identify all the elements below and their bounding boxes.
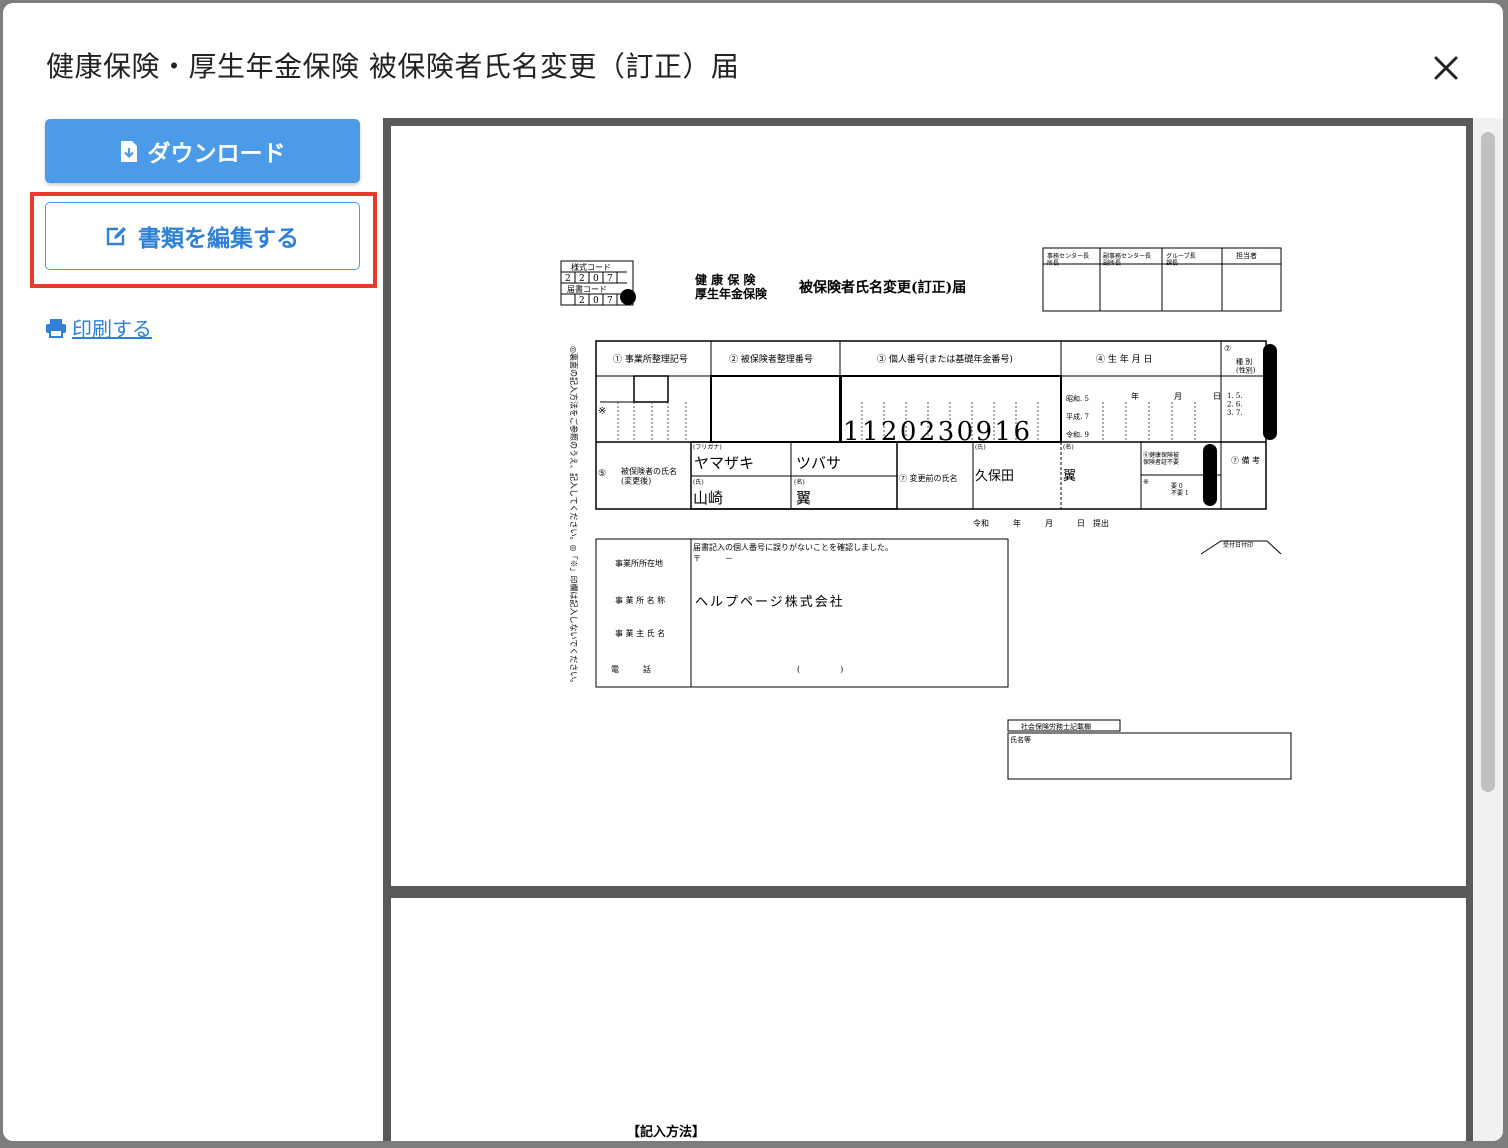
kanji-first-name: 翼 [796,489,811,507]
printer-icon [46,318,66,338]
approval-header-4: 担当者 [1236,251,1257,260]
page2-heading: 【記入方法】 [627,1125,706,1140]
notice-code-d1: 2 [579,296,585,306]
notice-code-d2: 0 [593,296,599,306]
submit-date-line: 令和 年 月 日 提出 [973,518,1109,528]
asterisk-mark: ※ [598,406,606,417]
pdf-viewer[interactable]: 様式コード 2 2 0 7 届書コード 2 0 7 健 康 保 険 厚生年金保険… [383,118,1503,1141]
viewer-scrollbar[interactable] [1473,118,1503,1141]
card-asterisk: ※ [1143,478,1149,486]
name-label: 被保険者の氏名(変更後) [621,466,677,486]
approval-header-2: 副事務センター長副所長 [1103,252,1151,267]
insurance-form: 様式コード 2 2 0 7 届書コード 2 0 7 健 康 保 険 厚生年金保険… [560,247,1292,780]
name-label-number: ⑤ [598,469,606,479]
print-label: 印刷する [72,317,152,341]
approval-header-3: グループ長課長 [1166,252,1196,267]
col-office-code: ① 事業所整理記号 [613,353,688,365]
receipt-stamp-label: 受付日付印 [1223,541,1253,549]
era-reiwa: 令和. 9 [1066,430,1089,439]
style-code-d3: 0 [593,274,599,284]
confirm-text: 届書記入の個人番号に誤りがないことを確認しました。 [693,542,893,552]
office-name-label: 事 業 所 名 称 [615,595,665,605]
kind-options: 1. 5. 2. 6. 3. 7. [1227,392,1243,417]
document-preview-modal: 健康保険・厚生年金保険 被保険者氏名変更（訂正）届 ダウンロード 書類を編集する… [3,3,1503,1141]
form-title-left-2: 厚生年金保険 [695,286,768,301]
close-button[interactable] [1421,43,1471,93]
kana-first-name: ツバサ [796,454,841,472]
col-kind: 種 別(性別) [1236,357,1256,374]
col-personal-number: ③ 個人番号(または基礎年金番号) [877,353,1013,365]
birth-day-label: 日 [1213,392,1221,401]
remarks-label: ⑦ 備 考 [1231,455,1260,465]
col-birthdate: ④ 生 年 月 日 [1096,353,1152,365]
address-label: 事業所所在地 [615,558,663,568]
notice-code-d3: 7 [607,296,613,306]
phone-label: 電 話 [611,664,651,674]
phone-paren: ( ) [797,665,843,674]
notice-code-label: 届書コード [567,284,607,294]
prev-first-label: (名) [1063,443,1074,451]
form-title-left-1: 健 康 保 険 [695,272,757,287]
card-options: 要 0 不要 1 [1171,483,1189,497]
furigana-label: (フリガナ) [693,443,722,451]
kanji-first-label: (名) [794,478,805,486]
pdf-page-1: 様式コード 2 2 0 7 届書コード 2 0 7 健 康 保 険 厚生年金保険… [391,126,1466,886]
kanji-last-label: (氏) [693,478,704,486]
style-code-d1: 2 [565,274,571,284]
sharoushi-name-label: 氏名等 [1010,735,1031,744]
sharoushi-heading: 社会保険労務士記載欄 [1021,722,1091,731]
prev-last-label: (氏) [975,443,986,451]
birth-month-label: 月 [1174,392,1182,401]
card-label: ⑥健康保険被保険者証不要 [1143,451,1179,466]
prev-last-name: 久保田 [975,469,1014,484]
approval-header-1: 事務センター長所長 [1047,252,1089,267]
kanji-last-name: 山崎 [693,489,723,507]
close-icon [1434,56,1458,80]
print-link[interactable]: 印刷する [45,313,152,342]
prev-first-name: 翼 [1063,469,1076,484]
modal-title: 健康保険・厚生年金保険 被保険者氏名変更（訂正）届 [46,50,740,83]
personal-number-value: 1120230916 [843,417,1032,447]
style-code-d4: 7 [607,274,613,284]
owner-label: 事 業 主 氏 名 [615,628,665,638]
pdf-page-2: 【記入方法】 [391,898,1466,1141]
postal-mark: 〒 － [693,554,733,563]
edit-document-button[interactable]: 書類を編集する [45,202,360,270]
file-download-icon [120,140,137,162]
edit-label: 書類を編集する [138,226,299,252]
prev-name-label: ⑦ 変更前の氏名 [899,473,958,483]
edit-icon [106,227,126,246]
col-insured-number: ② 被保険者整理番号 [729,353,813,365]
form-title-main: 被保険者氏名変更(訂正)届 [799,279,966,296]
download-button[interactable]: ダウンロード [45,119,360,183]
scrollbar-thumb[interactable] [1481,132,1495,792]
birth-year-label: 年 [1131,391,1139,401]
office-name-value: ヘルプページ株式会社 [695,594,845,610]
download-label: ダウンロード [147,141,286,167]
style-code-label: 様式コード [571,262,611,272]
era-heisei: 平成. 7 [1066,412,1089,421]
style-code-d2: 2 [579,274,585,284]
era-showa: 昭和. 5 [1066,394,1089,403]
col-kind-head: ⑦ [1224,344,1231,353]
kana-last-name: ヤマザキ [694,454,754,472]
form-side-note: ◎裏面の記入方法をご参照のうえ、記入してください。◎「※」印欄は記入しないでくだ… [569,346,579,687]
